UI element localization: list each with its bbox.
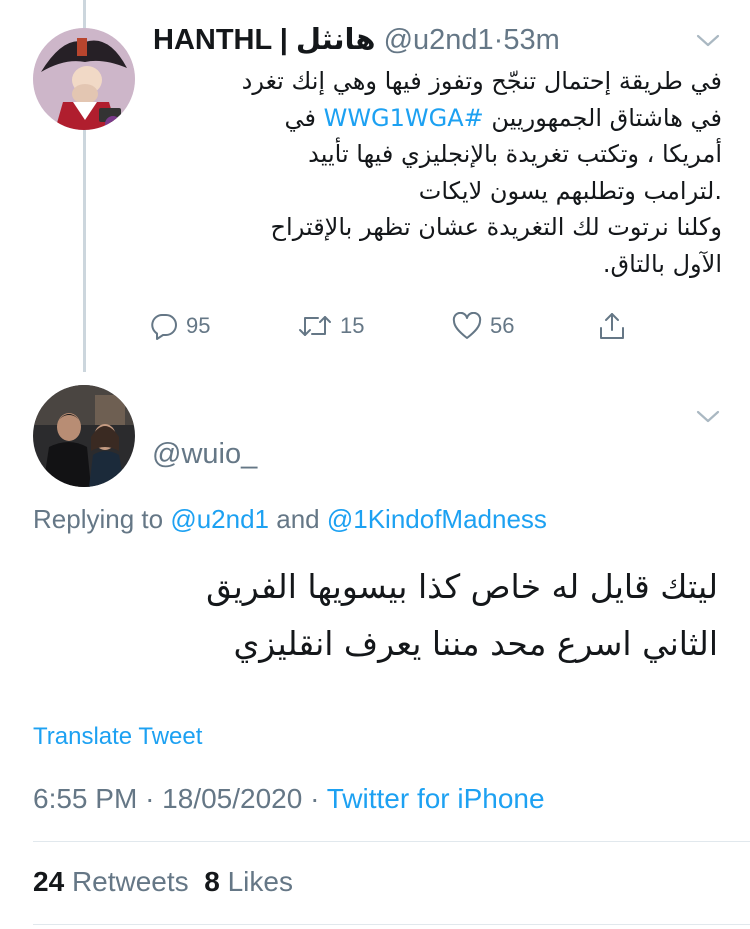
divider	[33, 924, 750, 925]
display-name[interactable]: HANTHL | هانثل	[153, 24, 376, 56]
mention-link[interactable]: @u2nd1	[170, 504, 269, 534]
avatar[interactable]	[33, 28, 135, 130]
hashtag-link[interactable]: #WWG1WGA	[324, 104, 484, 132]
replying-to-label: Replying to	[33, 504, 171, 534]
share-upload-icon	[600, 313, 624, 339]
tweet-text: في طريقة إحتمال تنجّح وتفوز فيها وهي إنك…	[150, 63, 722, 283]
tweet-stats: 24 Retweets 8 Likes	[33, 866, 293, 898]
tweet-text-line: الثاني اسرع محد مننا يعرف انقليزي	[233, 624, 718, 663]
reply-button[interactable]: 95	[150, 306, 210, 346]
tweet-text-line: أمريكا ، وتكتب تغريدة بالإنجليزي فيها تأ…	[308, 140, 722, 169]
tweet-time: 6:55 PM	[33, 783, 138, 814]
retweet-count: 15	[340, 313, 365, 338]
reply-count: 95	[186, 313, 211, 338]
likes-label: Likes	[227, 866, 293, 897]
retweets-label: Retweets	[71, 866, 189, 897]
tweet-text-segment: في هاشتاق الجمهوريين	[483, 103, 722, 132]
chevron-down-icon[interactable]	[696, 34, 720, 48]
likes-stat[interactable]: 8 Likes	[204, 866, 293, 897]
meta-separator: ·	[493, 24, 504, 56]
avatar-pirate-image	[33, 28, 135, 130]
retweet-count: 24	[33, 866, 65, 897]
divider	[33, 841, 750, 842]
speech-bubble-icon	[151, 314, 177, 340]
mention-link[interactable]: @1KindofMadness	[327, 504, 547, 534]
tweet-text-line: ليتك قايل له خاص كذا بيسويها الفريق	[206, 567, 718, 606]
like-count: 8	[204, 866, 220, 897]
like-button[interactable]: 56	[452, 306, 514, 346]
avatar-photo-image	[33, 385, 135, 487]
heart-icon	[452, 312, 482, 339]
tweet-time[interactable]: 53m	[503, 24, 559, 56]
like-count: 56	[490, 313, 515, 338]
tweet-text-line: .لترامب وتطلبهم يسون لايكات	[418, 176, 722, 205]
avatar[interactable]	[33, 385, 135, 487]
user-handle[interactable]: @wuio_	[152, 438, 257, 471]
tweet-text-line: وكلنا نرتوت لك التغريدة عشان تظهر بالإقت…	[270, 213, 722, 242]
meta-separator: ·	[310, 783, 320, 814]
retweets-stat[interactable]: 24 Retweets	[33, 866, 189, 897]
chevron-down-icon[interactable]	[696, 410, 720, 424]
source-link[interactable]: Twitter for iPhone	[327, 783, 545, 814]
tweet-header: HANTHL | هانثل @u2nd1·53m	[153, 22, 690, 64]
tweet-date: 18/05/2020	[162, 783, 303, 814]
retweet-arrows-icon	[299, 316, 331, 336]
replying-and-label: and	[269, 504, 327, 534]
tweet-timestamp: 6:55 PM · 18/05/2020 · Twitter for iPhon…	[33, 783, 545, 815]
tweet-text-line: في هاشتاق الجمهوريين #WWG1WGA في	[150, 100, 722, 137]
tweet-text: ليتك قايل له خاص كذا بيسويها الفريق الثا…	[100, 558, 718, 672]
user-handle[interactable]: @u2nd1	[384, 24, 494, 56]
tweet-text-segment: في	[284, 103, 324, 132]
tweet-text-line: في طريقة إحتمال تنجّح وتفوز فيها وهي إنك…	[241, 67, 722, 95]
share-button[interactable]	[598, 306, 626, 346]
tweet-text-line: الآول بالتاق.	[602, 249, 722, 278]
tweet-actions: 95 15 56	[150, 306, 650, 346]
retweet-button[interactable]: 15	[298, 306, 364, 346]
translate-tweet-link[interactable]: Translate Tweet	[33, 723, 202, 751]
replying-to: Replying to @u2nd1 and @1KindofMadness	[33, 504, 547, 535]
meta-separator: ·	[145, 783, 155, 814]
